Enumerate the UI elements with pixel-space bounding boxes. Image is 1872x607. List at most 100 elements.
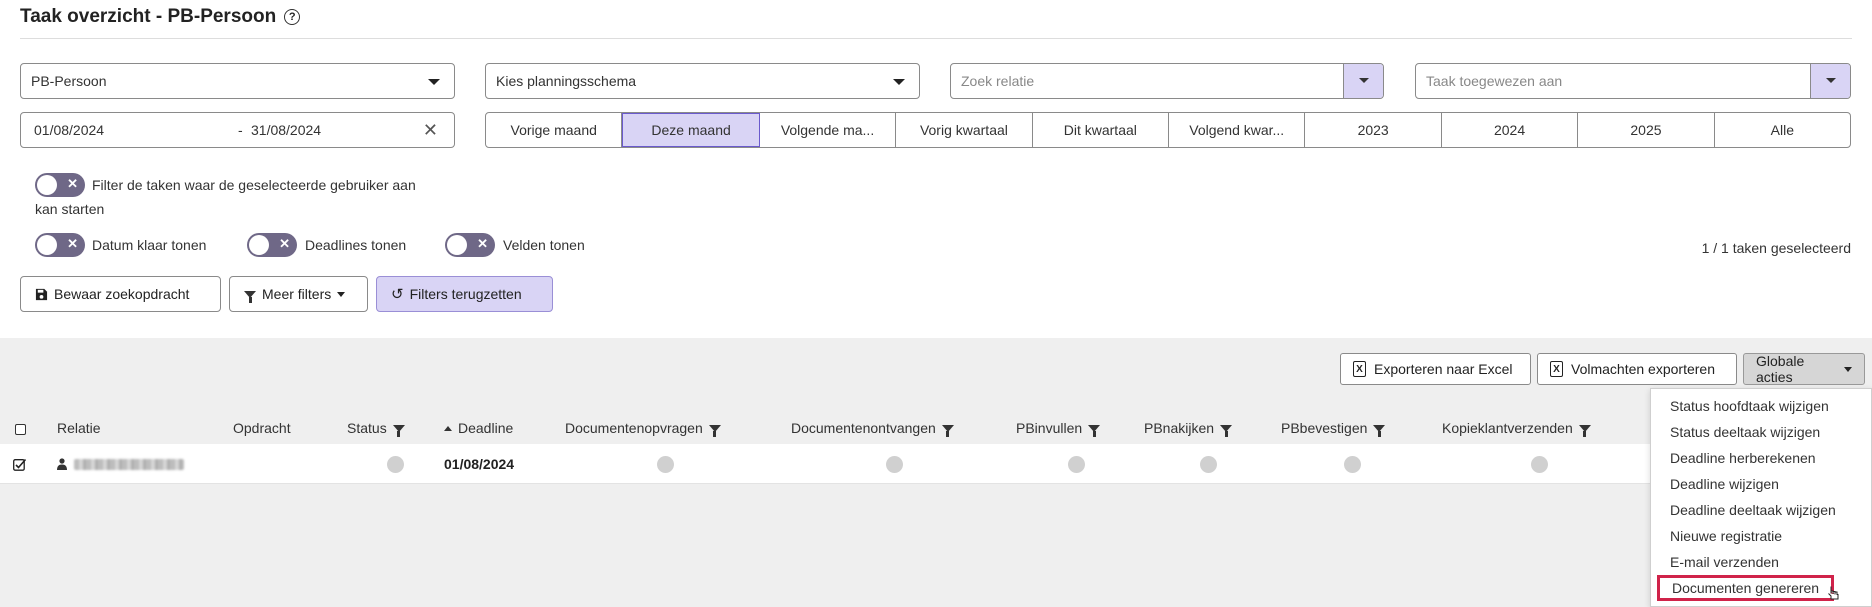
export-volmachten-button[interactable]: X Volmachten exporteren	[1537, 353, 1737, 385]
period-2023[interactable]: 2023	[1305, 113, 1442, 147]
export-excel-button[interactable]: X Exporteren naar Excel	[1340, 353, 1531, 385]
assigned-to-input[interactable]: Taak toegewezen aan	[1415, 63, 1851, 99]
relation-search-input[interactable]: Zoek relatie	[950, 63, 1384, 99]
menu-item-status-deeltaak[interactable]: Status deeltaak wijzigen	[1670, 424, 1820, 440]
excel-file-icon: X	[1550, 361, 1563, 377]
col-relatie[interactable]: Relatie	[57, 420, 101, 436]
close-icon: ✕	[279, 236, 290, 251]
planning-schema-placeholder: Kies planningsschema	[496, 73, 637, 89]
menu-item-deadline-herberekenen[interactable]: Deadline herberekenen	[1670, 450, 1816, 466]
toggle-knob	[249, 235, 269, 255]
period-vorig-kwartaal[interactable]: Vorig kwartaal	[896, 113, 1033, 147]
task-type-select[interactable]: PB-Persoon	[20, 63, 455, 99]
more-filters-button[interactable]: Meer filters	[229, 276, 368, 312]
col-pbnakijken-label: PBnakijken	[1144, 420, 1215, 436]
more-filters-label: Meer filters	[262, 286, 332, 302]
col-pbnakijken[interactable]: PBnakijken	[1144, 420, 1233, 437]
save-search-button[interactable]: Bewaar zoekopdracht	[20, 276, 221, 312]
planning-schema-select[interactable]: Kies planningsschema	[485, 63, 920, 99]
undo-icon: ↺	[391, 286, 404, 303]
selection-count: 1 / 1 taken geselecteerd	[1701, 240, 1851, 256]
toggle-datum-label: Datum klaar tonen	[92, 237, 207, 253]
period-deze-maand[interactable]: Deze maand	[622, 113, 760, 147]
clear-date-icon[interactable]: ✕	[423, 120, 438, 141]
relation-name-redacted[interactable]	[74, 459, 184, 470]
toggle-datum-klaar[interactable]: ✕	[35, 233, 85, 257]
global-actions-label: Globale acties	[1756, 353, 1805, 385]
col-pbbevestigen[interactable]: PBbevestigen	[1281, 420, 1386, 437]
col-deadline-label: Deadline	[458, 420, 514, 436]
page-title: Taak overzicht - PB-Persoon ?	[20, 6, 301, 28]
period-selector: Vorige maand Deze maand Volgende ma... V…	[485, 112, 1851, 148]
reset-filters-button[interactable]: ↺ Filters terugzetten	[376, 276, 553, 312]
col-status-label: Status	[347, 420, 387, 436]
toggle-deadlines[interactable]: ✕	[247, 233, 297, 257]
toggle-knob	[447, 235, 467, 255]
filter-icon[interactable]	[1578, 424, 1591, 437]
period-2024[interactable]: 2024	[1442, 113, 1579, 147]
help-icon[interactable]: ?	[284, 9, 301, 25]
hand-cursor-icon	[1828, 586, 1839, 600]
date-start: 01/08/2024	[34, 122, 105, 138]
col-documentenontvangen-label: Documentenontvangen	[791, 420, 936, 436]
checked-checkbox-icon[interactable]	[13, 458, 27, 471]
filter-icon[interactable]	[392, 424, 405, 437]
assigned-to-placeholder: Taak toegewezen aan	[1426, 73, 1563, 89]
pbnakijken-indicator	[1200, 456, 1217, 473]
kopieklantverzenden-indicator	[1531, 456, 1548, 473]
relation-search-placeholder: Zoek relatie	[961, 73, 1035, 89]
table-row[interactable]: 01/08/2024	[0, 444, 1652, 484]
task-type-value: PB-Persoon	[31, 73, 107, 89]
menu-item-deadline-deeltaak[interactable]: Deadline deeltaak wijzigen	[1670, 502, 1836, 518]
title-divider	[20, 38, 1852, 39]
col-deadline[interactable]: Deadline	[444, 420, 513, 436]
col-status[interactable]: Status	[347, 420, 405, 437]
user-icon	[57, 458, 67, 470]
col-kopieklantverzenden-label: Kopieklantverzenden	[1442, 420, 1573, 436]
col-pbinvullen[interactable]: PBinvullen	[1016, 420, 1101, 437]
filter-icon[interactable]	[1220, 424, 1233, 437]
period-alle[interactable]: Alle	[1715, 113, 1850, 147]
save-search-label: Bewaar zoekopdracht	[54, 286, 190, 302]
deadline-value: 01/08/2024	[444, 456, 515, 472]
chevron-down-icon	[1826, 78, 1836, 83]
relation-dropdown-button[interactable]	[1343, 64, 1383, 98]
col-opdracht[interactable]: Opdracht	[233, 420, 291, 436]
toggle-start-filter[interactable]: ✕	[35, 173, 85, 197]
global-actions-button[interactable]: Globale acties	[1743, 353, 1865, 385]
period-volgende-maand[interactable]: Volgende ma...	[760, 113, 897, 147]
pbbevestigen-indicator	[1344, 456, 1361, 473]
col-pbinvullen-label: PBinvullen	[1016, 420, 1083, 436]
col-documentenopvragen[interactable]: Documentenopvragen	[565, 420, 721, 437]
menu-item-status-hoofdtaak[interactable]: Status hoofdtaak wijzigen	[1670, 398, 1829, 414]
period-vorige-maand[interactable]: Vorige maand	[486, 113, 623, 147]
sort-asc-icon	[444, 425, 452, 431]
table-header: Relatie Opdracht Status Deadline Documen…	[0, 414, 1652, 444]
toggle-deadlines-label: Deadlines tonen	[305, 237, 407, 253]
pbinvullen-indicator	[1068, 456, 1085, 473]
page-title-text: Taak overzicht - PB-Persoon	[20, 6, 277, 27]
menu-item-deadline-wijzigen[interactable]: Deadline wijzigen	[1670, 476, 1779, 492]
chevron-down-icon	[1359, 78, 1369, 83]
period-dit-kwartaal[interactable]: Dit kwartaal	[1033, 113, 1170, 147]
menu-item-email-verzenden[interactable]: E-mail verzenden	[1670, 554, 1779, 570]
menu-item-documenten-genereren[interactable]: Documenten genereren	[1657, 575, 1835, 601]
period-2025[interactable]: 2025	[1578, 113, 1715, 147]
documentenontvangen-indicator	[886, 456, 903, 473]
filter-icon[interactable]	[1088, 424, 1101, 437]
col-kopieklantverzenden[interactable]: Kopieklantverzenden	[1442, 420, 1591, 437]
period-volgend-kwartaal[interactable]: Volgend kwar...	[1169, 113, 1306, 147]
menu-item-nieuwe-registratie[interactable]: Nieuwe registratie	[1670, 528, 1782, 544]
select-all-checkbox[interactable]	[15, 424, 26, 435]
toggle-velden[interactable]: ✕	[445, 233, 495, 257]
date-range-input[interactable]: 01/08/2024 - 31/08/2024 ✕	[20, 112, 455, 148]
filter-icon[interactable]	[708, 424, 721, 437]
floppy-disk-icon	[35, 288, 48, 300]
col-documentenontvangen[interactable]: Documentenontvangen	[791, 420, 954, 437]
global-actions-menu: Status hoofdtaak wijzigen Status deeltaa…	[1650, 388, 1872, 607]
filter-icon[interactable]	[941, 424, 954, 437]
assigned-dropdown-button[interactable]	[1810, 64, 1850, 98]
toggle-velden-label: Velden tonen	[503, 237, 585, 253]
filter-icon[interactable]	[1373, 424, 1386, 437]
close-icon: ✕	[67, 236, 78, 251]
